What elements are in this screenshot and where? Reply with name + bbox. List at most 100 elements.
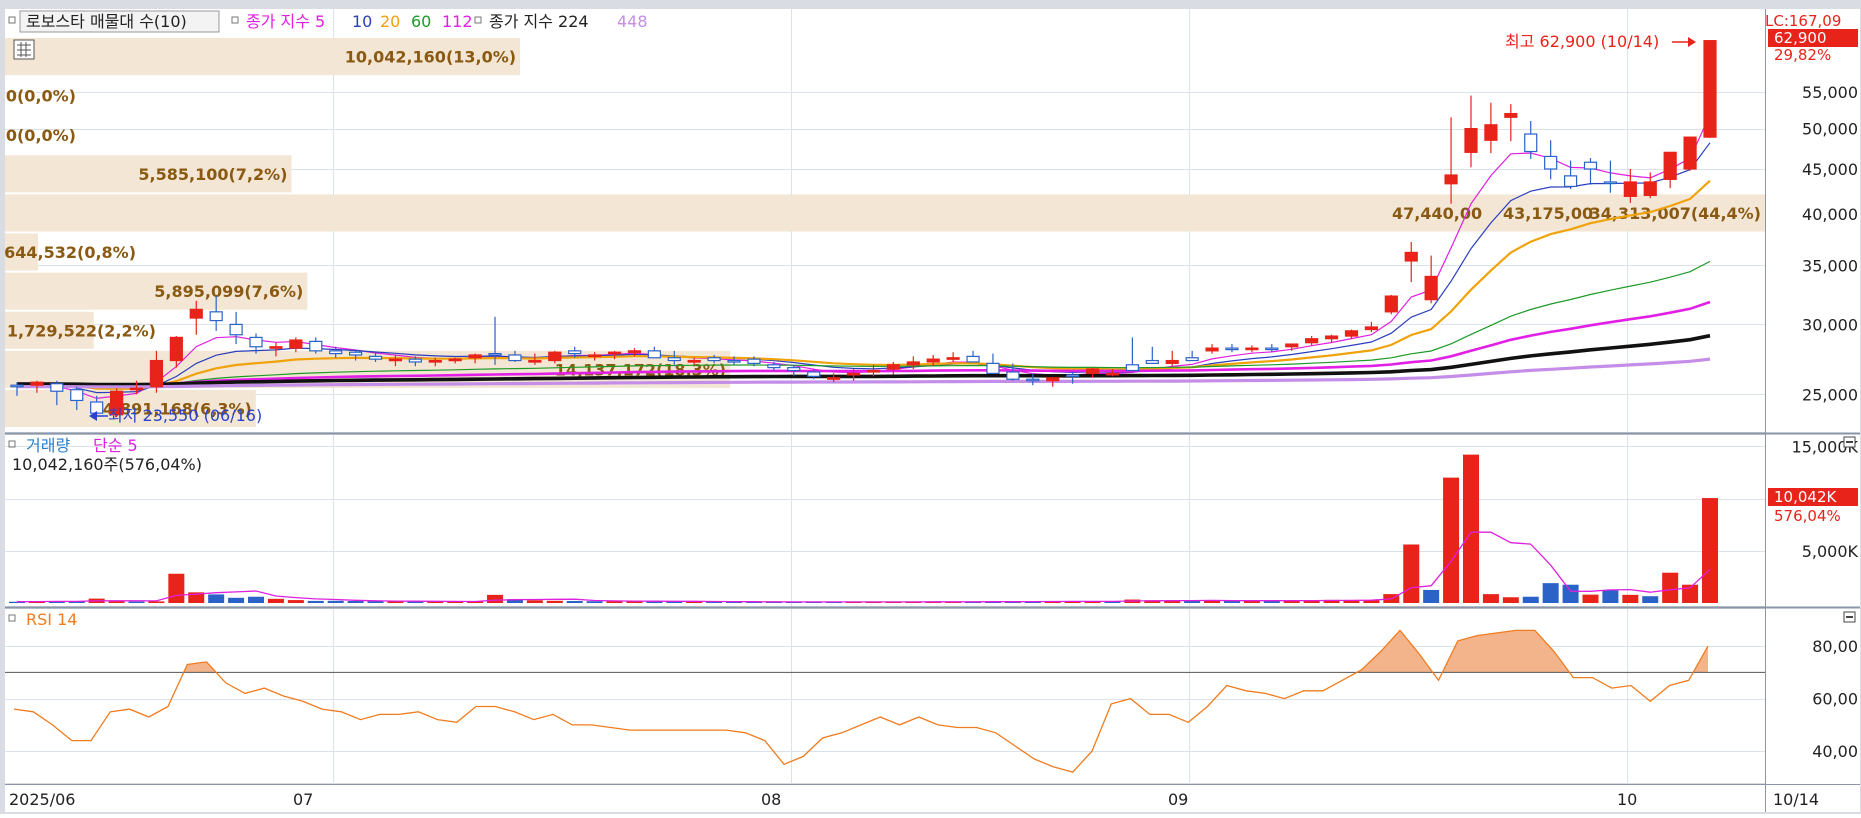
candle-body: [448, 358, 462, 362]
candle-body: [926, 358, 940, 363]
volume-profile-label: 1,729,522(2,2%): [7, 321, 156, 340]
candle-body: [388, 358, 403, 362]
candle-body: [607, 351, 622, 355]
volume-bar: [1602, 590, 1619, 603]
candle-body: [1285, 343, 1299, 348]
candle-body: [1663, 151, 1677, 180]
candle-body: [1464, 128, 1478, 153]
candle-body: [767, 364, 781, 369]
volume-collapse-button[interactable]: [1843, 436, 1856, 448]
candle-body: [787, 367, 801, 372]
candle-body: [627, 350, 642, 353]
volume-bar: [1482, 594, 1499, 603]
volume-bar: [586, 601, 603, 603]
max-price-text: 최고 62,900 (10/14): [1505, 32, 1659, 51]
candle-body: [1026, 378, 1040, 382]
candle-body: [1484, 124, 1498, 141]
volume-bar: [248, 596, 265, 603]
candle-body: [1006, 371, 1020, 380]
volume-bar: [1443, 477, 1460, 603]
candle-body: [70, 389, 84, 402]
candle-body: [1384, 295, 1398, 313]
candle-body: [1145, 359, 1159, 364]
candle-body: [1324, 335, 1339, 340]
volume-panel-bg: [5, 435, 1765, 606]
volume-legend-label[interactable]: 거래량: [26, 436, 70, 455]
candle-body: [1265, 347, 1279, 351]
volume-info-text: 10,042,160주(576,04%): [12, 455, 202, 474]
min-price-marker: 최저 23,550 (06/16): [89, 406, 262, 425]
candle-body: [1444, 174, 1458, 185]
candle-body: [667, 357, 681, 362]
candle-body: [906, 361, 920, 366]
candle-body: [727, 359, 741, 363]
volume-bar: [566, 601, 583, 603]
volume-profile-label: 10,042,160(13,0%): [345, 48, 516, 67]
chart-canvas[interactable]: 10,042,160(13,0%) 0(0,0%) 0(0,0%) 5,585,100…: [0, 0, 1861, 814]
volume-bar: [1542, 583, 1559, 603]
price-tick-label: 35,000: [1802, 256, 1858, 275]
candle-body: [986, 362, 1000, 374]
candle-body: [1643, 181, 1657, 197]
candle-body: [866, 369, 881, 373]
candle-body: [528, 359, 542, 363]
candle-body: [827, 377, 841, 380]
volume-bar: [128, 601, 145, 603]
candle-body: [488, 352, 502, 356]
volume-bar: [307, 600, 324, 603]
ma2-legend-label[interactable]: 종가 지수 224: [489, 12, 589, 31]
candle-body: [1205, 347, 1219, 352]
volume-profile-label: 0(0,0%): [6, 87, 76, 106]
calculator-icon[interactable]: [13, 39, 35, 60]
current-date-label: 10/14: [1773, 790, 1819, 809]
candle-body: [1504, 112, 1518, 118]
ma-legend-60[interactable]: 60: [411, 12, 431, 31]
candle-body: [249, 336, 263, 348]
volume-ma-legend-label[interactable]: 단순 5: [93, 436, 138, 455]
candle-body: [1364, 326, 1379, 331]
date-label-07: 07: [293, 790, 313, 809]
candle-body: [30, 381, 44, 386]
stock-chart[interactable]: 10,042,160(13,0%) 0(0,0%) 0(0,0%) 5,585,100…: [0, 0, 1861, 814]
candle-body: [329, 350, 343, 355]
candle-body: [687, 359, 701, 363]
candle-body: [1623, 181, 1637, 197]
min-price-text: 최저 23,550 (06/16): [108, 406, 262, 425]
candle-body: [349, 351, 363, 356]
volume-bar: [148, 601, 165, 603]
candle-body: [1424, 275, 1438, 301]
candle-body: [946, 357, 960, 360]
rsi-tick-label: 80,00: [1812, 637, 1858, 656]
candle-body: [1046, 377, 1060, 382]
price-tick-label: 40,000: [1802, 205, 1858, 224]
ma-legend-10[interactable]: 10: [352, 12, 372, 31]
legend-title[interactable]: 로보스타 매물대 수(10): [26, 12, 187, 31]
candle-body: [269, 346, 283, 349]
candle-body: [368, 355, 383, 360]
candle-body: [189, 308, 203, 319]
candle-body: [1305, 338, 1319, 344]
current-volume-pct: 576,04%: [1774, 507, 1841, 525]
candle-body: [548, 351, 562, 362]
ma-legend-20[interactable]: 20: [380, 12, 400, 31]
candle-body: [209, 311, 223, 322]
candle-body: [149, 359, 164, 388]
ma2-legend-448[interactable]: 448: [617, 12, 648, 31]
volume-tick-label: 5,000K: [1802, 542, 1859, 561]
ma-legend-label[interactable]: 종가 지수 5: [246, 12, 325, 31]
ma-legend-112[interactable]: 112: [442, 12, 473, 31]
current-volume: 10,042K: [1774, 488, 1837, 506]
candle-body: [1125, 364, 1139, 372]
top-price-label: LC:167,09: [1765, 12, 1841, 30]
candle-body: [807, 371, 821, 377]
candle-body: [129, 387, 144, 391]
price-tick-label: 55,000: [1802, 83, 1858, 102]
volume-bar: [327, 600, 344, 603]
volume-bar: [526, 600, 543, 603]
rsi-legend-label[interactable]: RSI 14: [26, 610, 77, 629]
volume-profile-label: 0(0,0%): [6, 126, 76, 145]
volume-bar: [1462, 454, 1479, 603]
rsi-collapse-button[interactable]: [1843, 611, 1856, 623]
volume-bar: [1622, 594, 1639, 603]
volume-bar: [168, 573, 185, 603]
